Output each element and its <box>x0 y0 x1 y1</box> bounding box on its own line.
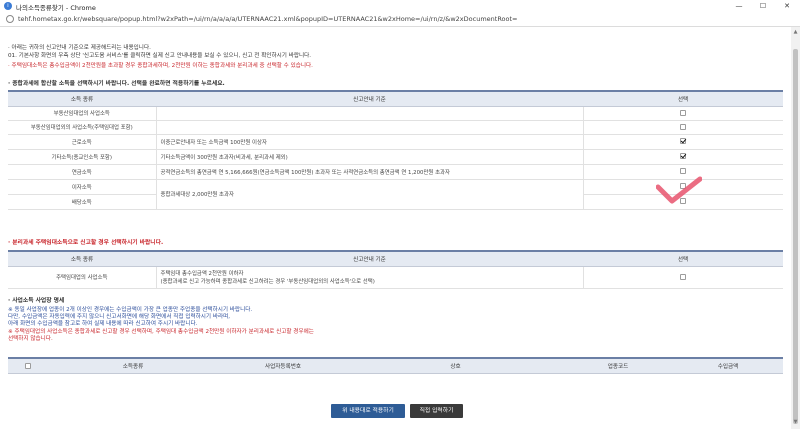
window-titlebar: i 나의소득종류찾기 - Chrome — ☐ ✕ <box>0 0 800 12</box>
income-name: 부동산임대업외의 사업소득(주택임대업 포함) <box>8 120 156 135</box>
table-row: 기타소득(종교인소득 포함) 기타소득금액이 300만원 초과자(비과세, 분리… <box>8 149 783 165</box>
direct-input-button[interactable]: 직접 입력하기 <box>410 404 463 418</box>
annotation-checkmark-icon <box>656 176 702 204</box>
select-checkbox[interactable] <box>680 109 687 116</box>
separate-tax-table: 소득 종류 신고안내 기준 선택 주택임대업의 사업소득 주택임대 총수입금액 … <box>8 250 783 289</box>
criteria-line-2: (종합과세로 신고 가능하며 종합과세로 신고하려는 경우 '부동산임대업외의 … <box>160 279 375 285</box>
income-name: 부동산임대업의 사업소득 <box>8 106 156 121</box>
select-checkbox-checked[interactable] <box>680 138 687 145</box>
select-checkbox[interactable] <box>680 273 687 280</box>
lock-icon <box>6 15 14 23</box>
col-income-type: 소득 종류 <box>8 250 156 267</box>
business-list-table: 소득종류 사업자등록번호 상호 업종코드 수입금액 <box>8 357 783 374</box>
scroll-down-icon[interactable]: ▼ <box>792 419 799 427</box>
close-button[interactable]: ✕ <box>775 0 799 12</box>
section3-title: · 사업소득 사업장 명세 <box>8 298 65 304</box>
income-name: 주택임대업의 사업소득 <box>8 266 156 289</box>
col-business-number: 사업자등록번호 <box>218 357 348 374</box>
select-checkbox[interactable] <box>680 123 687 130</box>
notice-line-2: 01. 기본사항 화면의 우측 상단 '신고도움 서비스'를 클릭하면 실제 신… <box>8 53 312 59</box>
col-trade-name: 상호 <box>348 357 563 374</box>
section3-note-5: 선택하지 않습니다. <box>8 336 53 342</box>
select-all-checkbox[interactable] <box>25 362 31 369</box>
col-select: 선택 <box>583 90 783 107</box>
income-criteria <box>155 106 584 121</box>
table-row: 근로소득 이중근로안내자 또는 소득금액 100만원 이상자 <box>8 134 783 150</box>
notice-line-3: · 주택임대소득은 총수입금액이 2천만원을 초과할 경우 종합과세하며, 2천… <box>8 63 313 69</box>
section2-title: · 분리과세 주택임대소득으로 신고할 경우 선택하시기 바랍니다. <box>8 240 164 246</box>
scroll-thumb[interactable] <box>793 49 798 424</box>
apply-button[interactable]: 위 내용대로 적용하기 <box>331 404 405 418</box>
section3-note-4: ※ 주택임대업의 사업소득은 종합과세로 신고할 경우 선택하며, 주택임대 총… <box>8 329 314 335</box>
col-select: 선택 <box>583 250 783 267</box>
select-checkbox-checked[interactable] <box>680 153 687 160</box>
table-row: 부동산임대업의 사업소득 <box>8 106 783 121</box>
col-revenue: 수입금액 <box>673 357 783 374</box>
income-criteria: 주택임대 총수입금액 2천만원 이하자 (종합과세로 신고 가능하며 종합과세로… <box>155 266 584 289</box>
section1-title: · 종합과세에 합산할 소득을 선택하시기 바랍니다. 선택을 완료하면 적용하… <box>8 81 225 87</box>
income-criteria: 공적연금소득의 총연금액 연 5,166,666원(연금소득금액 100만원) … <box>155 164 584 180</box>
col-criteria: 신고안내 기준 <box>156 250 583 267</box>
income-name: 기타소득(종교인소득 포함) <box>8 149 156 165</box>
app-icon: i <box>4 2 12 10</box>
minimize-button[interactable]: — <box>727 0 751 12</box>
window-title: 나의소득종류찾기 - Chrome <box>16 4 96 12</box>
url-text: tehf.hometax.go.kr/websquare/popup.html?… <box>18 15 518 23</box>
section3-note-1: ※ 동일 사업장에 업종이 2개 이상인 경우에는 수입금액이 가장 큰 업종만… <box>8 307 253 313</box>
income-name: 근로소득 <box>8 134 156 150</box>
income-criteria: 이중근로안내자 또는 소득금액 100만원 이상자 <box>155 134 584 150</box>
income-criteria-merged: 종합과세대상 2,000만원 초과자 <box>155 179 584 210</box>
maximize-button[interactable]: ☐ <box>751 0 775 12</box>
criteria-line-1: 주택임대 총수입금액 2천만원 이하자 <box>160 271 244 277</box>
income-criteria <box>155 120 584 135</box>
scroll-up-icon[interactable]: ▲ <box>792 29 799 37</box>
address-bar[interactable]: tehf.hometax.go.kr/websquare/popup.html?… <box>0 12 800 27</box>
income-name: 연금소득 <box>8 164 156 180</box>
income-name: 이자소득 <box>8 179 156 195</box>
notice-line-1: · 아래는 귀하의 신고안내 기준으로 제공해드리는 내용입니다. <box>8 45 151 51</box>
col-criteria: 신고안내 기준 <box>156 90 583 107</box>
table-row: 부동산임대업외의 사업소득(주택임대업 포함) <box>8 120 783 135</box>
income-criteria: 기타소득금액이 300만원 초과자(비과세, 분리과세 제외) <box>155 149 584 165</box>
col-industry-code: 업종코드 <box>563 357 673 374</box>
vertical-scrollbar[interactable]: ▲ ▼ <box>791 27 800 429</box>
income-name: 배당소득 <box>8 194 156 210</box>
section3-note-2: 다만, 수입금액은 자동입력에 주지 않으니 신고서화면에 해당 화면에서 직접… <box>8 314 231 320</box>
select-checkbox[interactable] <box>680 168 687 175</box>
col-income-kind: 소득종류 <box>48 357 218 374</box>
table-row: 주택임대업의 사업소득 주택임대 총수입금액 2천만원 이하자 (종합과세로 신… <box>8 266 783 289</box>
section3-note-3: 아래 화면의 수입금액을 참고로 하여 실제 내용에 따라 신고하여 주시기 바… <box>8 321 198 327</box>
popup-content: · 아래는 귀하의 신고안내 기준으로 제공해드리는 내용입니다. 01. 기본… <box>0 27 791 429</box>
col-income-type: 소득 종류 <box>8 90 156 107</box>
